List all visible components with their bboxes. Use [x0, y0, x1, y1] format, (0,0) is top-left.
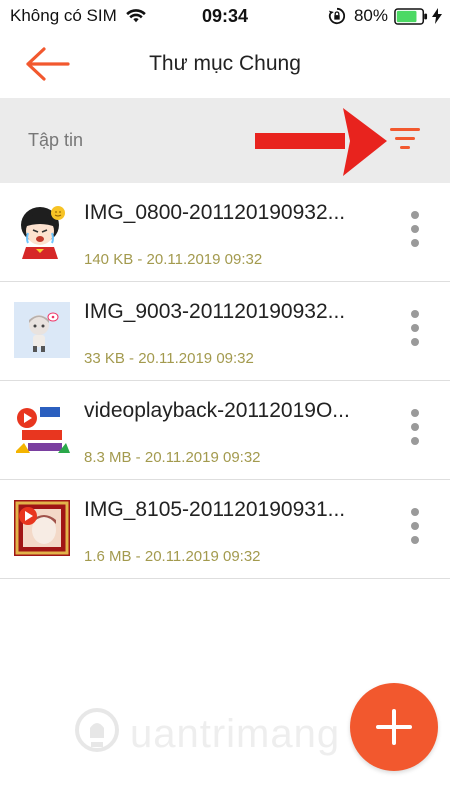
- watermark-text: uantrimang: [130, 712, 341, 756]
- cartoon-girl-thumbnail: [14, 203, 70, 259]
- add-button[interactable]: [350, 683, 438, 771]
- more-options-icon[interactable]: [404, 409, 426, 453]
- more-options-icon[interactable]: [404, 310, 426, 354]
- video-songs-thumbnail: [14, 401, 70, 457]
- chibi-character-thumbnail: [14, 302, 70, 358]
- status-bar: Không có SIM 09:34 80%: [0, 0, 450, 32]
- file-meta: 33 KB - 20.11.2019 09:32: [84, 350, 254, 367]
- file-list: IMG_0800-201120190932... 140 KB - 20.11.…: [0, 183, 450, 579]
- file-name: IMG_0800-201120190932...: [84, 201, 346, 224]
- charging-icon: [432, 8, 442, 24]
- more-options-icon[interactable]: [404, 211, 426, 255]
- file-row[interactable]: IMG_0800-201120190932... 140 KB - 20.11.…: [0, 183, 450, 282]
- section-bar: Tập tin: [0, 98, 450, 183]
- rotation-lock-icon: [328, 7, 346, 25]
- battery-percent: 80%: [353, 6, 388, 25]
- plus-icon: [376, 709, 412, 745]
- page-title: Thư mục Chung: [149, 52, 301, 75]
- annotation-arrow-icon: [255, 108, 387, 176]
- file-meta: 8.3 MB - 20.11.2019 09:32: [84, 449, 261, 466]
- more-options-icon[interactable]: [404, 508, 426, 552]
- file-name: IMG_8105-201120190931...: [84, 498, 346, 521]
- status-right: 80%: [328, 6, 442, 26]
- file-name: IMG_9003-201120190932...: [84, 300, 346, 323]
- lightbulb-icon: [75, 708, 119, 752]
- watermark: uantrimang: [72, 700, 392, 770]
- framed-video-thumbnail: [14, 500, 70, 556]
- file-meta: 1.6 MB - 20.11.2019 09:32: [84, 548, 261, 565]
- file-row[interactable]: IMG_9003-201120190932... 33 KB - 20.11.2…: [0, 282, 450, 381]
- file-name: videoplayback-20112019O...: [84, 399, 350, 422]
- battery-icon: [394, 7, 428, 25]
- file-row[interactable]: IMG_8105-201120190931... 1.6 MB - 20.11.…: [0, 480, 450, 579]
- header-bar: Thư mục Chung: [0, 32, 450, 98]
- filter-sort-icon[interactable]: [390, 126, 420, 152]
- file-meta: 140 KB - 20.11.2019 09:32: [84, 251, 263, 268]
- section-label: Tập tin: [28, 130, 84, 150]
- file-row[interactable]: videoplayback-20112019O... 8.3 MB - 20.1…: [0, 381, 450, 480]
